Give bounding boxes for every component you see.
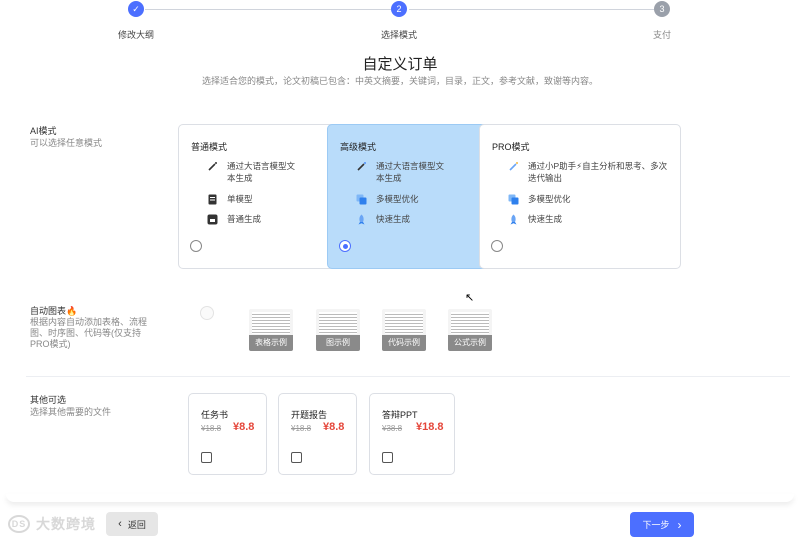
feature-item: 普通生成 — [207, 213, 261, 225]
feature-item: 通过大语言模型文本生成 — [207, 160, 303, 184]
feature-item: 多模型优化 — [508, 193, 571, 205]
extra-name: 答辩PPT — [382, 410, 418, 420]
document-icon — [207, 194, 218, 205]
layers-icon — [508, 194, 519, 205]
feature-item: 单模型 — [207, 193, 253, 205]
mode-radio[interactable] — [190, 240, 202, 252]
chevron-right-icon: › — [677, 517, 682, 532]
thumb-caption: 表格示例 — [249, 335, 293, 351]
new-price: ¥8.8 — [233, 421, 255, 433]
page-title: 自定义订单 — [362, 56, 438, 73]
extra-name: 任务书 — [201, 410, 229, 420]
section-divider — [26, 376, 790, 377]
feature-text: 通过大语言模型文本生成 — [376, 161, 445, 183]
extra-name: 开题报告 — [291, 410, 328, 420]
magic-wand-icon — [508, 161, 519, 172]
feature-text: 普通生成 — [227, 214, 262, 224]
new-price: ¥18.8 — [416, 421, 444, 433]
old-price: ¥38.8 — [382, 424, 403, 433]
feature-text: 通过大语言模型文本生成 — [227, 161, 296, 183]
ai-mode-desc: 可以选择任意模式 — [30, 138, 103, 148]
magic-wand-icon — [207, 161, 218, 172]
feature-text: 快速生成 — [376, 214, 411, 224]
thumb-caption: 公式示例 — [448, 335, 492, 351]
feature-text: 快速生成 — [528, 214, 563, 224]
auto-chart-desc: 根据内容自动添加表格、流程图、时序图、代码等(仅支持PRO模式) — [30, 317, 148, 349]
page-subtitle: 选择适合您的模式，论文初稿已包含：中英文摘要，关键词，目录，正文，参考文献，致谢… — [201, 76, 598, 86]
mode-card-title: 高级模式 — [340, 142, 377, 152]
thumb-preview — [385, 312, 423, 334]
next-button[interactable]: 下一步 › — [630, 512, 694, 537]
feature-item: 通过小P助手⚡自主分析和思考、多次迭代输出 — [508, 160, 668, 184]
feature-text: 多模型优化 — [528, 194, 571, 204]
step-1-check-icon: ✓ — [128, 1, 144, 17]
thumb-preview — [319, 312, 357, 334]
feature-item: 快速生成 — [356, 213, 410, 225]
mode-radio[interactable] — [491, 240, 503, 252]
next-label: 下一步 — [642, 520, 670, 530]
rocket-icon — [508, 214, 519, 225]
back-label: 返回 — [127, 519, 146, 530]
step-1-label: 修改大纲 — [117, 30, 155, 40]
old-price: ¥18.8 — [291, 424, 312, 433]
rocket-icon — [356, 214, 367, 225]
layers-icon — [356, 194, 367, 205]
feature-text: 多模型优化 — [376, 194, 419, 204]
feature-item: 通过大语言模型文本生成 — [356, 160, 452, 184]
auto-chart-title: 自动图表🔥 — [30, 306, 78, 316]
step-connector — [409, 9, 654, 10]
example-thumb-diagram[interactable]: 图示例 — [316, 309, 360, 351]
feature-item: 多模型优化 — [356, 193, 419, 205]
magic-wand-icon — [356, 161, 367, 172]
thumb-preview — [252, 312, 290, 334]
step-connector — [145, 9, 391, 10]
extra-checkbox[interactable] — [382, 452, 393, 463]
feature-text: 单模型 — [227, 194, 253, 204]
mode-card-title: PRO模式 — [492, 142, 530, 152]
example-thumb-code[interactable]: 代码示例 — [382, 309, 426, 351]
step-3-label: 支付 — [652, 30, 672, 40]
archive-icon — [207, 214, 218, 225]
feature-item: 快速生成 — [508, 213, 562, 225]
feature-text: 通过小P助手⚡自主分析和思考、多次迭代输出 — [528, 161, 668, 183]
extra-checkbox[interactable] — [201, 452, 212, 463]
old-price: ¥18.8 — [201, 424, 222, 433]
back-button[interactable]: ‹ 返回 — [106, 512, 158, 536]
logo-mark-icon: DS — [8, 515, 30, 533]
mode-card-pro[interactable]: PRO模式 通过小P助手⚡自主分析和思考、多次迭代输出 多模型优化 快速生成 — [479, 124, 681, 269]
thumb-caption: 图示例 — [316, 335, 360, 351]
auto-chart-toggle[interactable] — [200, 306, 214, 320]
example-thumb-formula[interactable]: 公式示例 — [448, 309, 492, 351]
mouse-cursor-icon: ↖ — [465, 292, 475, 304]
thumb-caption: 代码示例 — [382, 335, 426, 351]
mode-radio[interactable] — [339, 240, 351, 252]
new-price: ¥8.8 — [323, 421, 345, 433]
progress-stepper: ✓ 修改大纲 2 选择模式 3 支付 — [0, 0, 800, 50]
example-thumb-table[interactable]: 表格示例 — [249, 309, 293, 351]
ai-mode-title: AI模式 — [30, 126, 57, 136]
extra-card-ppt[interactable]: 答辩PPT ¥38.8 ¥18.8 — [369, 393, 455, 475]
extra-checkbox[interactable] — [291, 452, 302, 463]
step-3-marker: 3 — [654, 1, 670, 17]
extra-card-proposal[interactable]: 开题报告 ¥18.8 ¥8.8 — [278, 393, 357, 475]
panel-shadow — [6, 494, 794, 502]
step-2-label: 选择模式 — [380, 30, 418, 40]
thumb-preview — [451, 312, 489, 334]
brand-name: 大数跨境 — [36, 516, 96, 532]
extras-title: 其他可选 — [30, 395, 67, 405]
extras-desc: 选择其他需要的文件 — [30, 407, 112, 417]
chevron-left-icon: ‹ — [118, 518, 122, 530]
brand-logo: DS 大数跨境 — [8, 514, 96, 534]
mode-card-title: 普通模式 — [191, 142, 228, 152]
extra-card-task-book[interactable]: 任务书 ¥18.8 ¥8.8 — [188, 393, 267, 475]
step-2-marker: 2 — [391, 1, 407, 17]
